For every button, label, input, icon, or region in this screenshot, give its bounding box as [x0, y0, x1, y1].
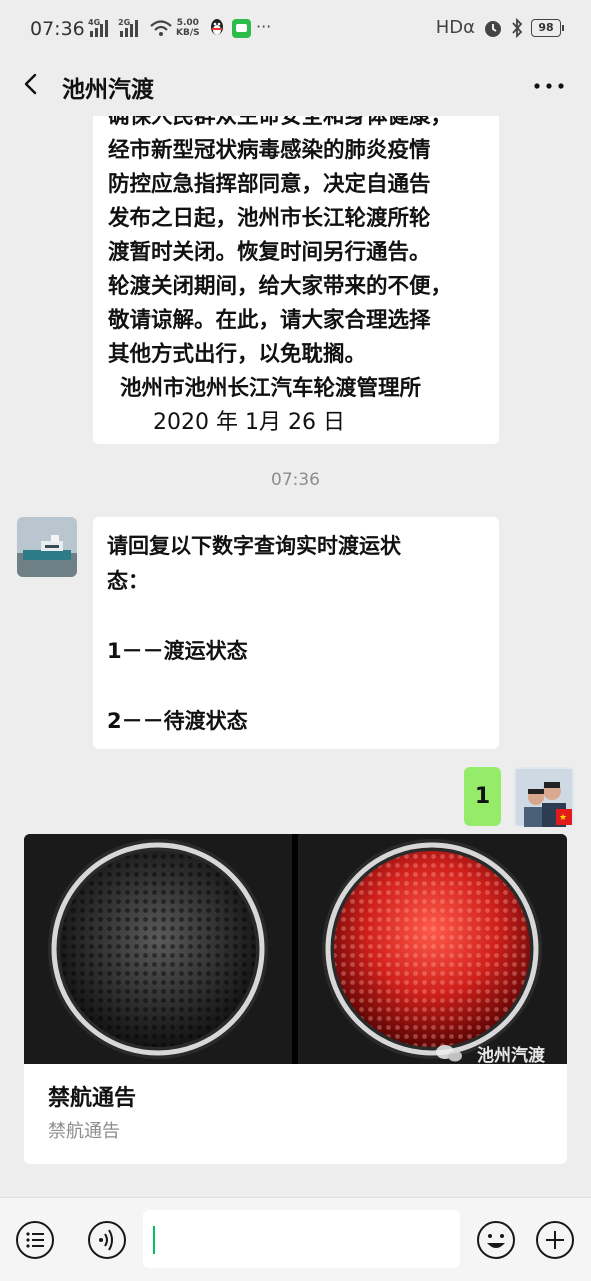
ferry-boat-image	[17, 517, 77, 577]
chat-title: 池州汽渡	[62, 77, 154, 103]
my-message-bubble[interactable]: 1	[464, 767, 501, 826]
reply-line: 请回复以下数字查询实时渡运状	[107, 534, 401, 558]
speed-value: 5.00	[176, 18, 199, 28]
chat-header: 池州汽渡	[0, 60, 591, 116]
card-title: 禁航通告	[48, 1086, 137, 1111]
cover-watermark: 池州汽渡	[477, 1046, 545, 1066]
notice-line: 经市新型冠状病毒感染的肺炎疫情	[108, 138, 431, 163]
article-card[interactable]: 池州汽渡 禁航通告 禁航通告	[24, 834, 567, 1164]
input-toolbar	[0, 1197, 591, 1281]
plus-icon[interactable]	[535, 1220, 575, 1260]
notice-line: 发布之日起，池州市长江轮渡所轮	[108, 206, 431, 231]
back-arrow-icon[interactable]	[18, 69, 48, 99]
emoji-icon[interactable]	[476, 1220, 516, 1260]
reply-option-2: 2－－待渡状态	[107, 709, 248, 733]
battery-indicator: 98	[531, 18, 564, 37]
message-input[interactable]	[143, 1210, 460, 1268]
ferry-account-avatar[interactable]	[17, 517, 77, 577]
speed-unit: KB/S	[176, 28, 200, 38]
signal-icon	[90, 19, 108, 37]
notice-signature: 池州市池州长江汽车轮渡管理所	[120, 376, 422, 401]
notice-line: 轮渡关闭期间，给大家带来的不便，	[108, 274, 453, 299]
hd-indicator: HDα	[435, 17, 475, 38]
reply-option-1: 1－－渡运状态	[107, 639, 248, 663]
voice-icon[interactable]	[87, 1220, 127, 1260]
notice-line: 其他方式出行，以免耽搁。	[108, 342, 367, 367]
bluetooth-icon	[512, 17, 523, 38]
notice-line: 渡暂时关闭。恢复时间另行通告。	[108, 240, 431, 265]
user-photo-image: ★	[514, 767, 574, 827]
notice-date: 2020 年 1月 26 日	[153, 410, 345, 435]
traffic-light-cover-image	[24, 834, 567, 1064]
wifi-icon	[150, 20, 172, 36]
alarm-icon	[485, 20, 501, 37]
qq-icon	[211, 19, 223, 35]
notice-message-bubble[interactable]: 确保人民群众生命安全和身体健康， 经市新型冠状病毒感染的肺炎疫情 防控应急指挥部…	[93, 100, 499, 444]
status-bar: 07:36 4G 2G 5.00 KB/S ··· HDα 98	[0, 0, 591, 60]
card-subtitle: 禁航通告	[48, 1121, 120, 1142]
reply-blank-line	[107, 669, 485, 704]
notice-line: 防控应急指挥部同意，决定自通告	[108, 172, 431, 197]
network-speed: 5.00 KB/S	[176, 18, 200, 38]
more-notifications: ···	[256, 17, 272, 36]
text-cursor	[153, 1226, 155, 1254]
message-app-icon	[232, 19, 251, 38]
notice-line: 敬请谅解。在此，请大家合理选择	[108, 308, 431, 333]
reply-blank-line	[107, 599, 485, 634]
signal-2-icon	[120, 19, 138, 37]
status-time: 07:36	[30, 18, 85, 40]
list-icon[interactable]	[15, 1220, 55, 1260]
svg-text:★: ★	[559, 813, 567, 823]
reply-line: 态：	[107, 569, 149, 593]
message-timestamp: 07:36	[271, 470, 320, 490]
auto-reply-bubble[interactable]: 请回复以下数字查询实时渡运状 态： 1－－渡运状态 2－－待渡状态	[93, 517, 499, 749]
my-avatar[interactable]: ★	[514, 767, 574, 827]
more-dots-icon[interactable]	[529, 66, 569, 102]
